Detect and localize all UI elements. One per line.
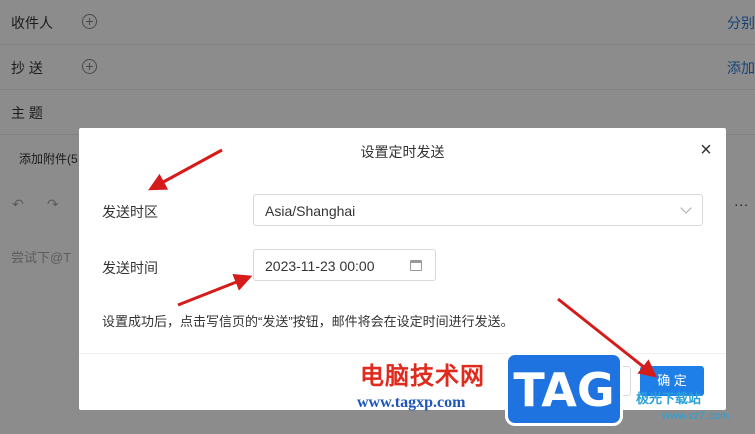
timezone-select[interactable]: Asia/Shanghai (253, 194, 703, 226)
send-time-picker[interactable]: 2023-11-23 00:00 (253, 249, 436, 281)
calendar-icon (410, 260, 422, 271)
send-time-value: 2023-11-23 00:00 (265, 258, 375, 274)
dialog-title: 设置定时发送 (360, 144, 445, 160)
chevron-down-icon (680, 202, 692, 214)
footer-divider (79, 353, 726, 354)
watermark-site-url: www.tagxp.com (357, 394, 466, 411)
watermark-site-name: 电脑技术网 (360, 363, 485, 390)
timezone-label: 发送时区 (102, 204, 158, 220)
timezone-value: Asia/Shanghai (265, 203, 356, 219)
send-time-label: 发送时间 (102, 260, 158, 276)
schedule-hint: 设置成功后，点击写信页的“发送”按钮，邮件将会在设定时间进行发送。 (102, 314, 514, 329)
xz-watermark-url: www.xz7.com (662, 410, 730, 422)
close-icon[interactable]: × (696, 140, 716, 160)
tag-logo: TAG (505, 352, 623, 426)
tag-logo-text: TAG (513, 363, 615, 417)
xz-watermark-name: 极光下载站 (636, 391, 702, 406)
